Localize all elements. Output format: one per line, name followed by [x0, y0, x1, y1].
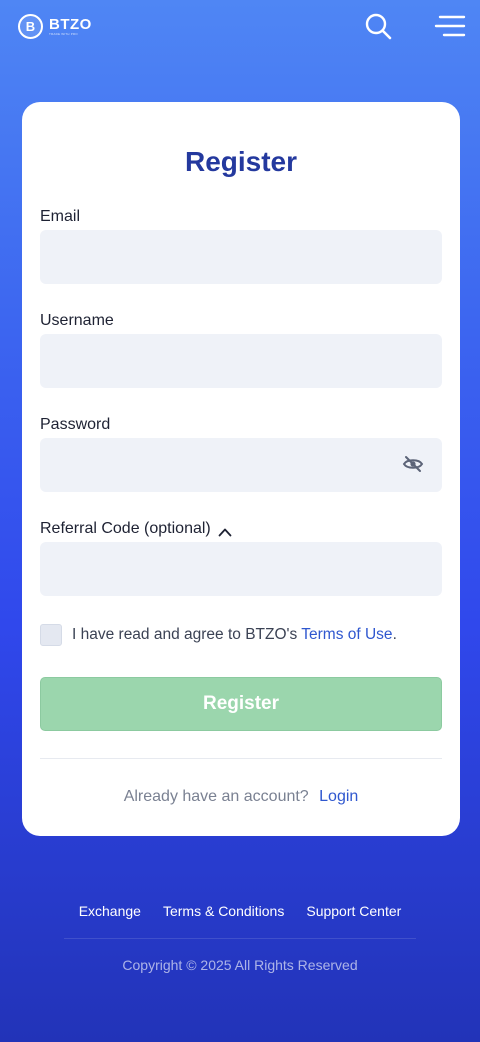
divider	[40, 758, 442, 759]
referral-label-row[interactable]: Referral Code (optional)	[40, 520, 232, 538]
top-bar: B BTZO TRADE WITH PRO	[0, 0, 480, 56]
login-link[interactable]: Login	[319, 788, 358, 805]
register-button[interactable]: Register	[40, 677, 442, 731]
footer-link-exchange[interactable]: Exchange	[79, 903, 141, 919]
terms-row: I have read and agree to BTZO's Terms of…	[40, 624, 397, 646]
password-field[interactable]	[40, 438, 442, 492]
referral-code-field[interactable]	[40, 542, 442, 596]
login-prompt: Already have an account? Login	[22, 788, 460, 806]
footer-divider	[64, 938, 416, 939]
referral-label: Referral Code (optional)	[40, 520, 211, 537]
terms-of-use-link[interactable]: Terms of Use	[301, 626, 392, 644]
brand-tagline: TRADE WITH PRO	[49, 32, 78, 36]
eye-off-icon[interactable]	[402, 455, 424, 473]
register-card: Register Email Username Password Referra…	[22, 102, 460, 836]
footer-nav: Exchange Terms & Conditions Support Cent…	[0, 903, 480, 919]
password-label: Password	[40, 416, 111, 433]
terms-checkbox[interactable]	[40, 624, 62, 646]
logo-text: BTZO TRADE WITH PRO	[49, 17, 92, 36]
footer-link-support[interactable]: Support Center	[306, 903, 401, 919]
page-title: Register	[184, 146, 298, 177]
brand-name: BTZO	[49, 16, 92, 33]
footer-link-terms[interactable]: Terms & Conditions	[163, 903, 284, 919]
chevron-up-icon[interactable]	[218, 524, 232, 537]
username-label: Username	[40, 312, 114, 329]
copyright: Copyright © 2025 All Rights Reserved	[122, 957, 358, 973]
search-icon[interactable]	[362, 10, 394, 42]
username-field[interactable]	[40, 334, 442, 388]
hamburger-menu-icon[interactable]	[434, 12, 466, 40]
email-field[interactable]	[40, 230, 442, 284]
email-label: Email	[40, 208, 81, 225]
logo-mark: B	[18, 14, 43, 39]
brand-logo[interactable]: B BTZO TRADE WITH PRO	[18, 14, 92, 39]
terms-text: I have read and agree to BTZO's	[72, 626, 298, 643]
terms-period: .	[392, 626, 397, 643]
login-question: Already have an account?	[123, 788, 309, 805]
